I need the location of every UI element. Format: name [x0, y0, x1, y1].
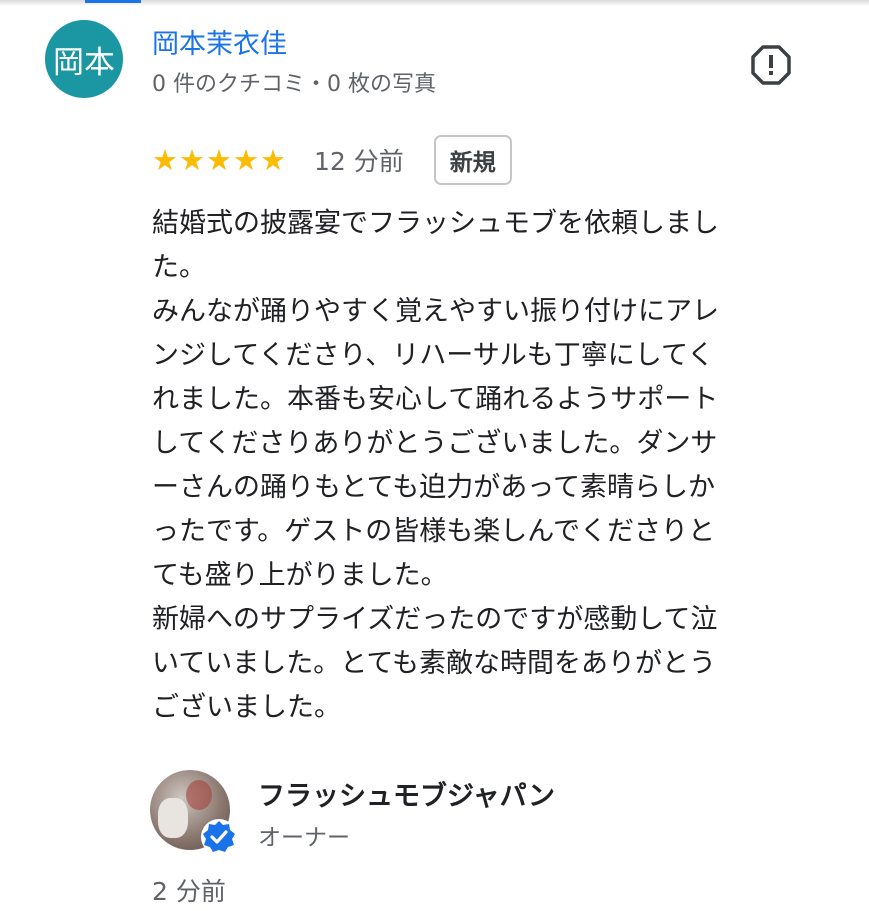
- review-text-line: してくださりありがとうございました。ダンサ: [152, 428, 718, 459]
- review-text-line: ーさんの踊りもとても迫力があって素晴らしか: [152, 472, 715, 503]
- review-text-line: ございました。: [152, 692, 341, 723]
- star-icon: ★: [179, 142, 205, 177]
- review-text-line: ンジしてくださり、リハーサルも丁寧にしてく: [152, 340, 715, 371]
- review-body: 結婚式の披露宴でフラッシュモブを依頼しまし た。 みんなが踊りやすく覚えやすい振…: [152, 202, 822, 730]
- reviewer-stats: 0 件のクチコミ・0 枚の写真: [152, 72, 436, 97]
- review-time: 12 分前: [314, 147, 404, 176]
- review-text-line: ても盛り上がりました。: [152, 560, 448, 591]
- owner-avatar-photo-detail: [186, 780, 212, 810]
- owner-name: フラッシュモブジャパン: [258, 781, 555, 812]
- star-rating: ★ ★ ★ ★ ★: [152, 142, 286, 177]
- star-icon: ★: [206, 142, 232, 177]
- review-page: 岡本 岡本茉衣佳 0 件のクチコミ・0 枚の写真 ★ ★ ★ ★ ★ 12 分前…: [0, 0, 869, 911]
- verified-badge-icon: [201, 819, 237, 855]
- review-text-line: 結婚式の披露宴でフラッシュモブを依頼しまし: [152, 208, 719, 239]
- review-text-line: た。: [152, 252, 206, 283]
- active-tab-indicator: [85, 0, 141, 3]
- report-icon[interactable]: [751, 45, 791, 85]
- reviewer-avatar[interactable]: 岡本: [45, 20, 123, 98]
- new-badge: 新規: [433, 135, 512, 185]
- star-icon: ★: [152, 142, 178, 177]
- reviewer-name[interactable]: 岡本茉衣佳: [152, 22, 287, 61]
- reply-time: 2 分前: [152, 877, 226, 906]
- review-text-line: いていました。とても素敵な時間をありがとう: [152, 648, 717, 679]
- review-text-line: みんなが踊りやすく覚えやすい振り付けにアレ: [152, 296, 719, 327]
- review-text-line: 新婦へのサプライズだったのですが感動して泣: [152, 604, 718, 635]
- star-icon: ★: [233, 142, 259, 177]
- owner-role: オーナー: [258, 825, 350, 851]
- review-text-line: ったです。ゲストの皆様も楽しんでくださりと: [152, 516, 715, 547]
- star-icon: ★: [260, 142, 286, 177]
- rating-row: ★ ★ ★ ★ ★ 12 分前 新規: [152, 133, 512, 187]
- owner-avatar-photo-detail: [158, 798, 188, 838]
- reviewer-avatar-text: 岡本: [53, 44, 115, 81]
- review-text-line: れました。本番も安心して踊れるようサポート: [152, 384, 719, 415]
